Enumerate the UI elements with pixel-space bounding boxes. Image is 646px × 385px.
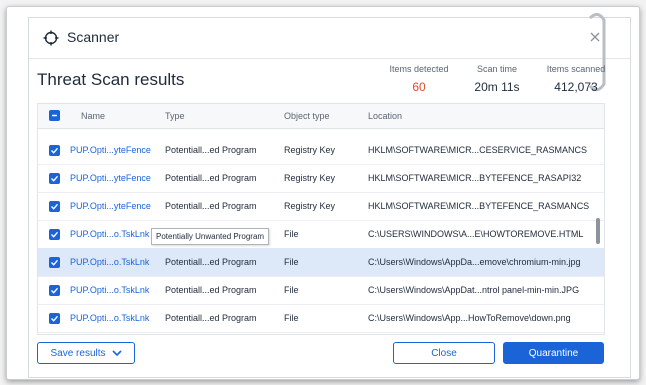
close-icon[interactable] [584,26,606,48]
row-location: C:\USERS\WINDOWS\A...E\HOWTOREMOVE.HTML [368,229,584,239]
row-location: C:\Users\Windows\AppDa...emove\chromium-… [368,257,581,267]
save-results-button[interactable]: Save results [37,342,135,364]
stat-value: 20m 11s [474,80,520,94]
table-row[interactable]: PUP.Opti...yteFence Potentiall...ed Prog… [38,164,604,193]
row-checkbox[interactable] [49,313,60,324]
row-type: Potentiall...ed Program [165,173,257,183]
row-object-type: Registry Key [284,173,336,183]
row-location: HKLM\SOFTWARE\MICR...CESERVICE_RASMANCS [368,145,588,155]
row-object-type: File [284,285,299,295]
row-name[interactable]: PUP.Opti...o.TskLnk [70,257,149,267]
row-object-type: Registry Key [284,201,336,211]
row-name[interactable]: PUP.Opti...o.TskLnk [70,285,149,295]
row-location: HKLM\SOFTWARE\MICR...BYTEFENCE_RASMANCS [368,201,590,211]
table-row[interactable]: PUP.Opti...yteFence Potentiall...ed Prog… [38,192,604,221]
table-row[interactable]: PUP.Opti...o.TskLnk Potentiall...ed Prog… [38,304,604,333]
column-header-location[interactable]: Location [368,111,402,121]
table-scrollbar[interactable] [595,131,601,325]
row-location: C:\Users\Windows\AppDat...ntrol panel-mi… [368,285,580,295]
close-button[interactable]: Close [393,342,495,364]
quarantine-button[interactable]: Quarantine [503,342,604,364]
row-name[interactable]: PUP.Opti...yteFence [70,173,151,183]
select-all-checkbox[interactable] [49,110,60,121]
type-tooltip: Potentially Unwanted Program [151,228,270,245]
table-row[interactable]: PUP.Opti...o.TskLnk File C:\USERS\WINDOW… [38,220,604,249]
stat-value: 412,073 [554,80,598,94]
row-checkbox[interactable] [49,201,60,212]
stat-label: Items scanned [546,64,606,74]
row-checkbox[interactable] [49,229,60,240]
table-row-selected[interactable]: PUP.Opti...o.TskLnk Potentiall...ed Prog… [38,248,604,277]
stat-value: 60 [412,80,426,94]
row-type: Potentiall...ed Program [165,145,257,155]
scrollbar-thumb[interactable] [596,218,600,244]
row-object-type: File [284,257,299,267]
stat-label: Items detected [389,64,449,74]
crosshair-icon [43,30,59,46]
row-object-type: File [284,313,299,323]
table-row[interactable]: PUP.Opti...o.TskLnk Potentiall...ed Prog… [38,276,604,305]
column-header-name[interactable]: Name [81,111,105,121]
row-location: C:\Users\Windows\App...HowToRemove\down.… [368,313,571,323]
row-type: Potentiall...ed Program [165,201,257,211]
quarantine-button-label: Quarantine [528,347,579,359]
row-type: Potentiall...ed Program [165,285,257,295]
chevron-down-icon [111,349,122,356]
row-object-type: File [284,229,299,239]
stat-scan-time: Scan time 20m 11s [462,64,532,94]
window-title: Scanner [67,29,120,45]
column-header-type[interactable]: Type [165,111,185,121]
stat-label: Scan time [476,64,518,74]
stat-items-detected: Items detected 60 [380,64,458,94]
row-name[interactable]: PUP.Opti...o.TskLnk [70,313,149,323]
row-object-type: Registry Key [284,145,336,155]
row-type: Potentiall...ed Program [165,313,257,323]
row-checkbox[interactable] [49,173,60,184]
row-name[interactable]: PUP.Opti...yteFence [70,201,151,211]
row-checkbox[interactable] [49,257,60,268]
column-header-object-type[interactable]: Object type [284,111,330,121]
table-header: Name Type Object type Location [38,104,604,129]
row-name[interactable]: PUP.Opti...yteFence [70,145,151,155]
save-results-label: Save results [50,347,106,359]
row-name[interactable]: PUP.Opti...o.TskLnk [70,229,149,239]
row-checkbox[interactable] [49,145,60,156]
table-row[interactable]: PUP.Opti...yteFence Potentiall...ed Prog… [38,136,604,165]
stat-items-scanned: Items scanned 412,073 [540,64,612,94]
title-bar: Scanner [29,18,630,59]
row-checkbox[interactable] [49,285,60,296]
row-location: HKLM\SOFTWARE\MICR...BYTEFENCE_RASAPI32 [368,173,582,183]
row-type: Potentiall...ed Program [165,257,257,267]
close-button-label: Close [431,347,457,359]
page-title: Threat Scan results [37,70,185,89]
results-table: Name Type Object type Location PUP.Opti.… [37,103,605,335]
